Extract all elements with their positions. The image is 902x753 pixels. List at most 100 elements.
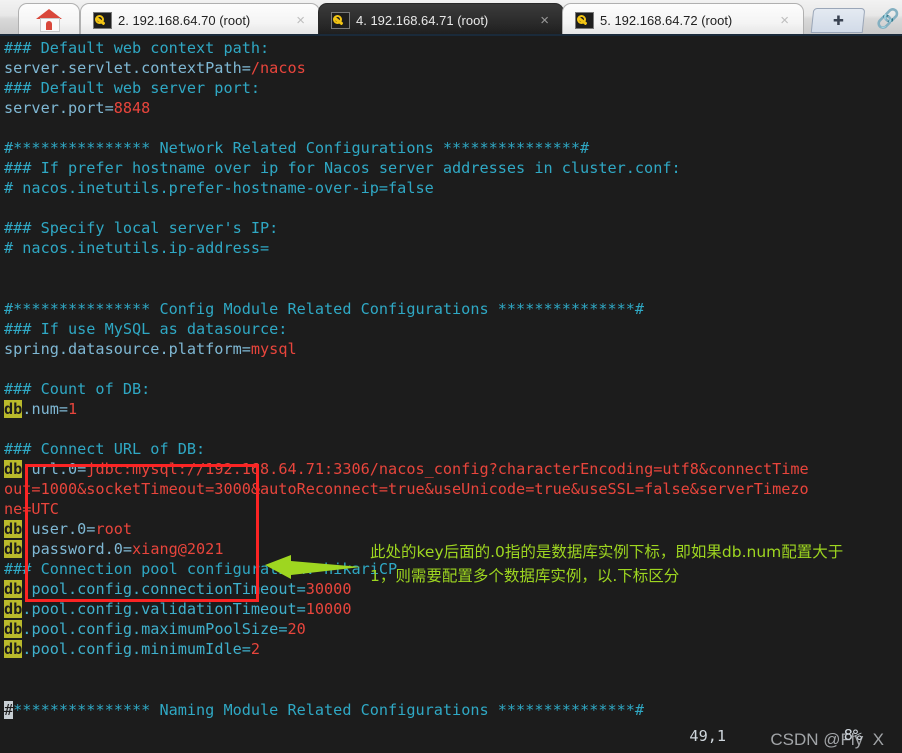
terminal-line: out=1000&socketTimeout=3000&autoReconnec… [4, 479, 809, 499]
tab-session-192-168-64-71[interactable]: 4. 192.168.64.71 (root) × [318, 3, 564, 34]
terminal-line: db.pool.config.minimumIdle=2 [4, 639, 809, 659]
terminal-span: 1 [68, 399, 78, 418]
terminal-line: db.url.0=jdbc:mysql://192.168.64.71:3306… [4, 459, 809, 479]
terminal-span: db [4, 459, 23, 478]
terminal-span: #*************** Config Module Related C… [4, 299, 645, 318]
terminal-left-gutter [0, 36, 3, 753]
terminal-line: db.num=1 [4, 399, 809, 419]
terminal-line: ne=UTC [4, 499, 809, 519]
terminal-line: ### If use MySQL as datasource: [4, 319, 809, 339]
tab-label: 2. 192.168.64.70 (root) [118, 12, 251, 28]
terminal-span: .password.0= [22, 540, 133, 559]
terminal-span: ### Specify local server's IP: [4, 219, 279, 238]
terminal-span: db [4, 600, 23, 619]
terminal-span: #*************** Network Related Configu… [4, 139, 590, 158]
terminal-span: server.port= [4, 99, 114, 118]
scroll-percent-indicator: 8% [843, 726, 862, 744]
tab-session-192-168-64-72[interactable]: 5. 192.168.64.72 (root) × [562, 3, 804, 34]
terminal-line: ### Default web server port: [4, 78, 809, 98]
terminal-span: ne=UTC [4, 500, 59, 519]
terminal-span: *************** Naming Module Related Co… [13, 700, 645, 719]
terminal-status-bar: 49,1 CSDN @Fly X 8% [0, 723, 902, 753]
terminal-span: # nacos.inetutils.ip-address= [4, 239, 270, 258]
terminal-line: ### If prefer hostname over ip for Nacos… [4, 158, 809, 178]
terminal-span: .pool.config.connectionTimeout= [22, 580, 306, 599]
terminal-line: ### Count of DB: [4, 379, 809, 399]
close-icon[interactable]: × [540, 12, 549, 29]
key-icon [575, 11, 594, 29]
terminal-span: db [4, 399, 23, 418]
annotation-note-text: 此处的key后面的.0指的是数据库实例下标，即如果db.num配置大于 1，则需… [370, 543, 844, 585]
terminal-span: .pool.config.validationTimeout= [22, 600, 306, 619]
terminal-span: .num= [22, 399, 69, 418]
terminal-line: ### Connect URL of DB: [4, 439, 809, 459]
terminal-line: #*************** Network Related Configu… [4, 138, 809, 158]
csdn-watermark: CSDN @Fly X [770, 730, 884, 749]
terminal-span: 10000 [305, 600, 352, 619]
tab-label: 5. 192.168.64.72 (root) [600, 12, 733, 28]
annotation-arrow-icon [265, 555, 361, 579]
paperclip-icon[interactable]: 🔗 [876, 7, 900, 30]
terminal-span: ### Default web context path: [4, 39, 270, 57]
terminal-span: db [4, 620, 23, 639]
tab-label: 4. 192.168.64.71 (root) [356, 12, 489, 28]
terminal-span: 20 [287, 620, 306, 639]
terminal-span: ### Count of DB: [4, 379, 151, 398]
terminal-span: .user.0= [22, 520, 96, 539]
terminal-span: db [4, 580, 23, 599]
terminal-span: db [4, 520, 23, 539]
terminal-line: ### Default web context path: [4, 38, 809, 58]
close-icon[interactable]: × [296, 12, 305, 29]
terminal-span: ### If use MySQL as datasource: [4, 319, 288, 338]
terminal-tab-bar: 2. 192.168.64.70 (root) × 4. 192.168.64.… [0, 0, 902, 36]
terminal-span: .url.0= [22, 459, 87, 478]
tab-session-192-168-64-70[interactable]: 2. 192.168.64.70 (root) × [80, 3, 320, 34]
terminal-span: server.servlet.contextPath= [4, 59, 251, 78]
terminal-span: spring.datasource.platform= [4, 339, 251, 358]
terminal-span: 2 [250, 640, 261, 659]
cursor-position-indicator: 49,1 [689, 727, 726, 745]
key-icon [331, 11, 350, 29]
terminal-line: # nacos.inetutils.prefer-hostname-over-i… [4, 178, 809, 198]
terminal-span: xiang@2021 [132, 540, 224, 559]
plus-icon: ✚ [832, 12, 844, 28]
home-icon [36, 9, 62, 32]
terminal-span: .pool.config.maximumPoolSize= [22, 620, 288, 639]
new-tab-button[interactable]: ✚ [810, 8, 866, 33]
terminal-line: #*************** Naming Module Related C… [4, 700, 809, 720]
terminal-line: db.pool.config.maximumPoolSize=20 [4, 619, 809, 639]
terminal-span: db [4, 640, 23, 659]
terminal-span: db [4, 540, 23, 559]
tab-home[interactable] [18, 3, 80, 34]
terminal-span: mysql [250, 339, 297, 358]
terminal-span: 8848 [113, 99, 151, 118]
terminal-span: .pool.config.minimumIdle= [22, 640, 251, 659]
terminal-span: out=1000&socketTimeout=3000&autoReconnec… [4, 480, 809, 499]
terminal-span: /nacos [250, 59, 306, 78]
terminal-span: ### Default web server port: [4, 79, 261, 98]
terminal-span: ### Connect URL of DB: [4, 439, 206, 458]
terminal-span: # nacos.inetutils.prefer-hostname-over-i… [4, 179, 434, 198]
terminal-line: #*************** Config Module Related C… [4, 299, 809, 319]
terminal-line: server.port=8848 [4, 98, 809, 118]
terminal-span: ### If prefer hostname over ip for Nacos… [4, 159, 681, 178]
terminal-span: jdbc:mysql://192.168.64.71:3306/nacos_co… [86, 459, 809, 478]
terminal-body[interactable]: ### Default web context path: server.serv… [0, 36, 902, 753]
terminal-line: server.servlet.contextPath=/nacos [4, 58, 809, 78]
terminal-line: ### Specify local server's IP: [4, 218, 809, 238]
terminal-span: # [4, 700, 14, 719]
close-icon[interactable]: × [780, 12, 789, 29]
terminal-text-content: ### Default web context path: server.serv… [4, 38, 809, 720]
terminal-line: # nacos.inetutils.ip-address= [4, 238, 809, 258]
key-icon [93, 11, 112, 29]
terminal-line: db.pool.config.validationTimeout=10000 [4, 599, 809, 619]
terminal-span: root [95, 520, 133, 539]
